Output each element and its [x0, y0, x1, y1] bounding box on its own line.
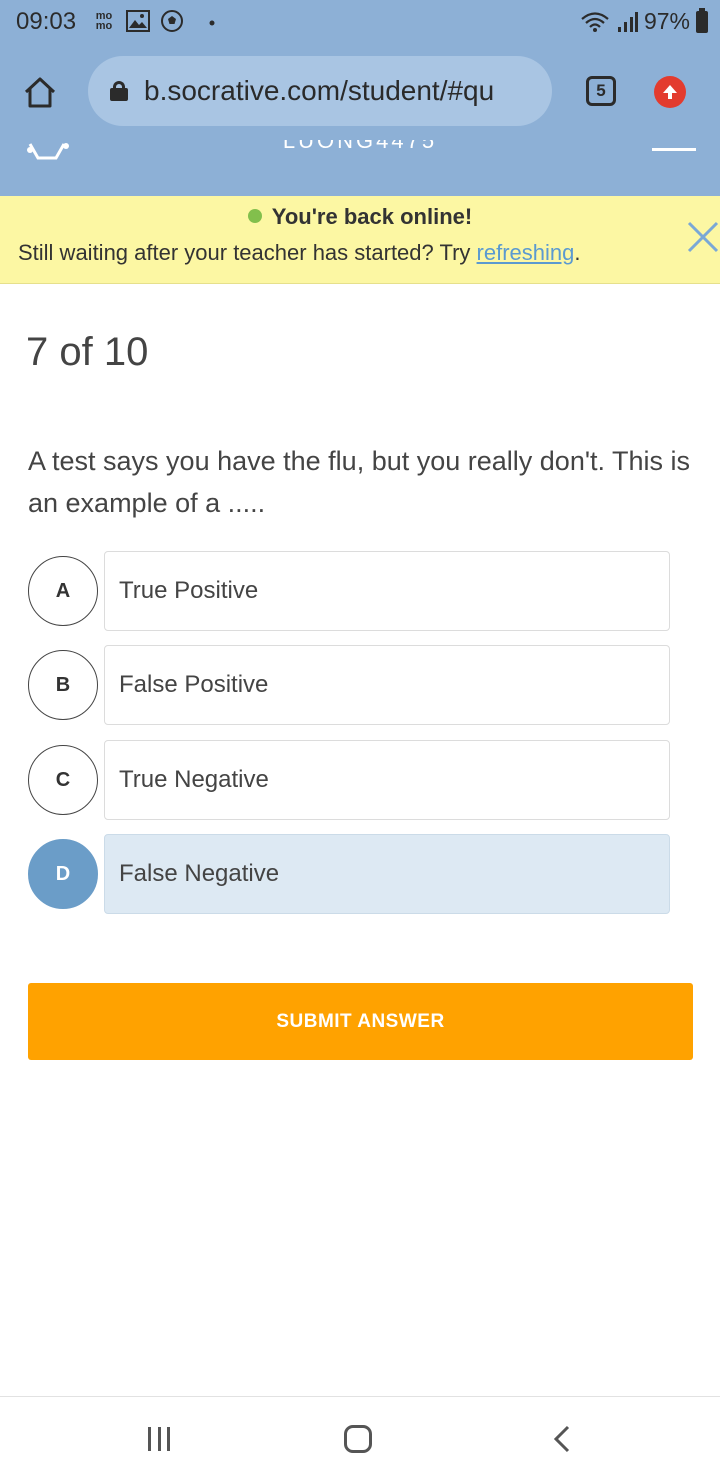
question-text: A test says you have the flu, but you re…	[28, 446, 691, 518]
submit-answer-button[interactable]: SUBMIT ANSWER	[28, 983, 693, 1060]
answer-option-a[interactable]: A True Positive	[28, 551, 670, 631]
option-letter[interactable]: C	[28, 745, 98, 815]
app-header: LUONG4475	[0, 140, 720, 196]
answer-option-b[interactable]: B False Positive	[28, 645, 670, 725]
lock-icon	[110, 81, 128, 101]
back-icon[interactable]	[552, 1425, 572, 1453]
address-bar[interactable]: b.socrative.com/student/#qu	[88, 56, 552, 126]
battery-percent: 97%	[643, 8, 690, 34]
option-text[interactable]: False Positive	[104, 645, 670, 725]
option-text[interactable]: False Negative	[104, 834, 670, 914]
banner-message-text: Still waiting after your teacher has sta…	[18, 240, 477, 265]
option-letter[interactable]: B	[28, 650, 98, 720]
menu-icon[interactable]	[652, 148, 696, 151]
update-button[interactable]	[654, 76, 686, 108]
option-text[interactable]: True Negative	[104, 740, 670, 820]
recent-apps-icon[interactable]	[148, 1427, 170, 1451]
battery-icon	[696, 7, 708, 33]
connection-banner: You're back online! Still waiting after …	[0, 196, 720, 284]
banner-title-text: You're back online!	[271, 204, 473, 229]
home-button-icon[interactable]	[344, 1425, 372, 1453]
status-bar: 09:03 mo mo 97%	[0, 0, 720, 44]
room-name: LUONG4475	[282, 140, 438, 153]
answer-option-c[interactable]: C True Negative	[28, 740, 670, 820]
navigation-bar	[0, 1396, 720, 1480]
mo-icon: mo mo	[95, 10, 113, 32]
status-time: 09:03	[16, 8, 77, 35]
notification-icons: mo mo	[92, 9, 218, 33]
tab-count-button[interactable]: 5	[586, 76, 616, 106]
browser-toolbar: b.socrative.com/student/#qu 5	[0, 44, 720, 140]
online-status-icon	[247, 209, 262, 223]
question-progress: 7 of 10	[26, 330, 149, 374]
close-icon[interactable]	[686, 220, 720, 254]
home-icon[interactable]	[22, 74, 58, 110]
system-icons: 97%	[580, 7, 708, 35]
url-text: b.socrative.com/student/#qu	[144, 75, 495, 106]
option-letter[interactable]: A	[28, 556, 98, 626]
option-letter[interactable]: D	[28, 839, 98, 909]
wifi-icon	[581, 11, 609, 32]
answer-option-d[interactable]: D False Negative	[28, 834, 670, 914]
option-text[interactable]: True Positive	[104, 551, 670, 631]
banner-message-suffix: .	[574, 240, 581, 265]
arrow-up-icon	[663, 85, 677, 99]
banner-title: You're back online!	[0, 204, 720, 230]
refresh-link[interactable]: refreshing	[477, 240, 575, 265]
dot-icon	[209, 20, 215, 26]
signal-icon	[617, 11, 638, 32]
soccer-ball-icon	[161, 10, 183, 32]
image-icon	[126, 10, 150, 32]
banner-message: Still waiting after your teacher has sta…	[18, 240, 581, 266]
